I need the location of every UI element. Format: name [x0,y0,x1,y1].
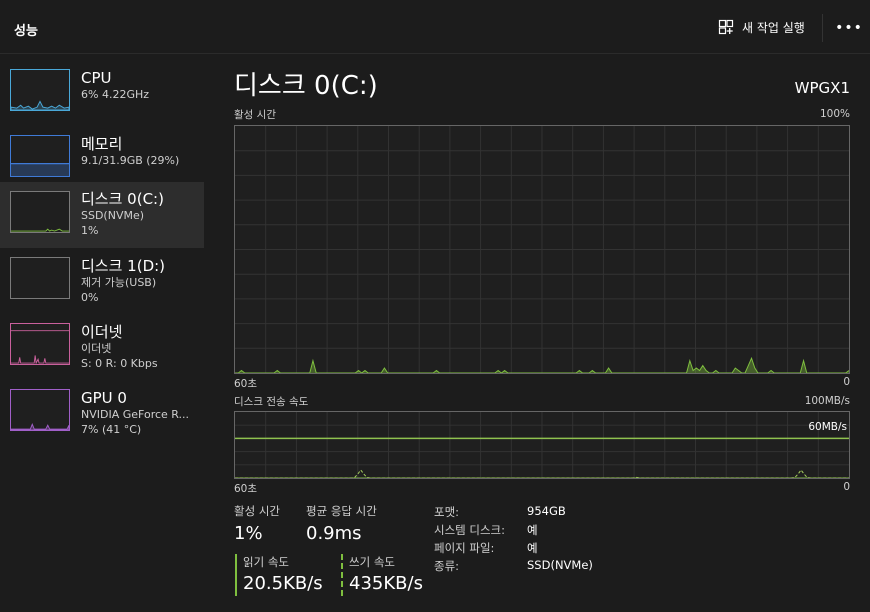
write-speed-label: 쓰기 속도 [349,555,395,569]
read-speed-indicator [235,554,237,596]
toolbar-divider [822,14,823,42]
sidebar-item-name: 이더넷 [81,323,123,341]
active-time-graph-max: 100% [819,108,850,120]
sidebar-item-name: 디스크 0(C:) [81,190,164,208]
active-time-graph [234,125,850,374]
disk-1-thumbnail-graph [10,257,70,299]
more-icon: ••• [835,20,863,36]
sidebar-item-usage: S: 0 R: 0 Kbps [81,357,158,370]
new-task-button[interactable]: 새 작업 실행 [710,12,813,42]
memory-sparkline [11,163,69,176]
gpu-sparkline [11,423,69,430]
cpu-thumbnail-graph [10,69,70,111]
page-file-value: 예 [527,541,538,555]
disk-0-sparkline [11,228,69,232]
response-time-value: 0.9ms [306,523,362,544]
active-time-graph-x-right: 0 [843,376,850,388]
active-time-graph-x-left: 60초 [234,378,258,390]
active-time-stat-value: 1% [234,523,263,544]
sidebar-item-usage: 1% [81,224,99,237]
sidebar-item-name: 메모리 [81,135,123,153]
disk-model: WPGX1 [794,79,850,97]
sidebar-item-detail: NVIDIA GeForce R... [81,408,190,421]
read-speed-value: 20.5KB/s [243,573,323,594]
sidebar-item-detail: 제거 가능(USB) [81,276,157,289]
new-task-label: 새 작업 실행 [742,20,805,35]
response-time-label: 평균 응답 시간 [306,504,377,518]
format-value: 954GB [527,504,566,518]
ethernet-sparkline [11,330,69,364]
system-disk-value: 예 [527,523,538,537]
disk-title: 디스크 0(C:) [234,71,378,101]
format-label: 포맷: [434,505,460,519]
ethernet-thumbnail-graph [10,323,70,365]
active-time-chart [235,126,849,373]
sidebar-item-usage: 0% [81,291,99,304]
active-time-graph-label: 활성 시간 [234,109,276,121]
sidebar-item-disk-1[interactable]: 디스크 1(D:) 제거 가능(USB) 0% [0,252,204,318]
cpu-sparkline [11,100,69,110]
transfer-graph: 60MB/s [234,411,850,479]
transfer-graph-max: 100MB/s [804,395,850,407]
system-disk-label: 시스템 디스크: [434,523,506,537]
page-file-label: 페이지 파일: [434,541,495,555]
active-time-stat-label: 활성 시간 [234,504,280,518]
sidebar-item-usage: 7% (41 °C) [81,423,142,436]
sidebar-item-ethernet[interactable]: 이더넷 이더넷 S: 0 R: 0 Kbps [0,318,204,384]
sidebar-item-disk-0[interactable]: 디스크 0(C:) SSD(NVMe) 1% [0,182,204,248]
write-speed-indicator [341,554,343,596]
disk-0-thumbnail-graph [10,191,70,233]
sidebar-item-name: 디스크 1(D:) [81,257,166,275]
new-task-icon [718,19,734,35]
sidebar-item-detail: 9.1/31.9GB (29%) [81,154,180,167]
more-options-button[interactable]: ••• [835,14,863,42]
sidebar-item-cpu[interactable]: CPU 6% 4.22GHz [0,64,204,130]
disk-type-label: 종류: [434,559,460,573]
sidebar-item-detail: SSD(NVMe) [81,209,145,222]
sidebar-item-detail: 6% 4.22GHz [81,88,150,101]
write-speed-value: 435KB/s [349,573,423,594]
memory-thumbnail-graph [10,135,70,177]
page-title: 성능 [14,24,38,39]
transfer-graph-line-label: 60MB/s [808,421,847,433]
gpu-thumbnail-graph [10,389,70,431]
transfer-graph-x-left: 60초 [234,483,258,495]
read-speed-label: 읽기 속도 [243,555,289,569]
sidebar-item-name: GPU 0 [81,389,127,407]
sidebar-item-gpu-0[interactable]: GPU 0 NVIDIA GeForce R... 7% (41 °C) [0,384,204,450]
transfer-graph-x-right: 0 [843,481,850,493]
sidebar-item-name: CPU [81,69,112,87]
transfer-graph-label: 디스크 전송 속도 [234,396,309,408]
disk-type-value: SSD(NVMe) [527,558,593,572]
disk-1-sparkline [11,258,69,298]
top-bar: 성능 새 작업 실행 ••• [0,0,870,54]
transfer-chart [235,412,849,478]
sidebar-item-detail: 이더넷 [81,342,112,355]
